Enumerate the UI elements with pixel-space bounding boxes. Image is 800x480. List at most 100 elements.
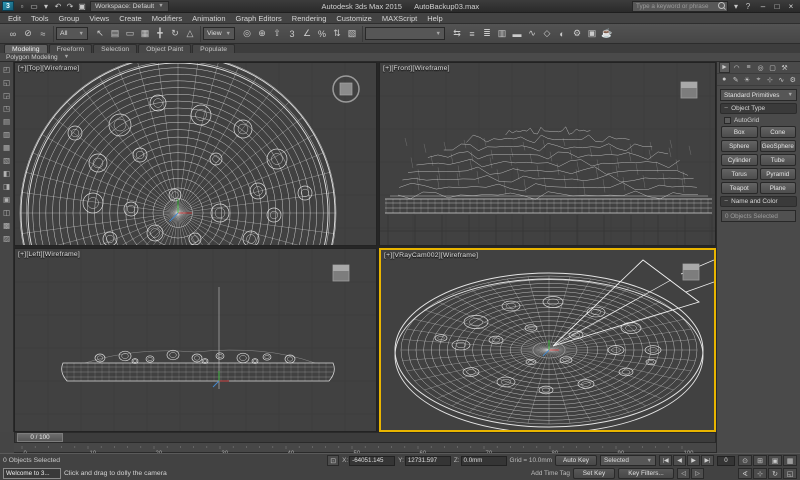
search-input[interactable] <box>633 2 716 10</box>
systems-category-icon[interactable]: ⚙ <box>788 74 798 85</box>
workspace-dropdown[interactable]: Workspace: Default ▼ <box>90 0 169 12</box>
coordinate-z-field[interactable]: 0.0mm <box>460 455 507 466</box>
select-and-link-icon[interactable]: ∞ <box>6 27 20 41</box>
menu-item[interactable]: Rendering <box>287 13 332 23</box>
left-toolbar-icon[interactable]: ▩ <box>1 220 12 231</box>
left-toolbar-icon[interactable]: ▣ <box>1 194 12 205</box>
object-type-button[interactable]: Sphere <box>721 140 758 152</box>
object-type-button[interactable]: Torus <box>721 168 758 180</box>
coordinate-y-field[interactable]: 12731.597 <box>404 455 451 466</box>
selection-lock-toggle-icon[interactable]: ⊡ <box>327 455 340 466</box>
schematic-view-icon[interactable]: ◇ <box>540 27 554 41</box>
curve-editor-icon[interactable]: ∿ <box>525 27 539 41</box>
left-toolbar-icon[interactable]: ◰ <box>1 64 12 75</box>
left-toolbar-icon[interactable]: ▤ <box>1 116 12 127</box>
ribbon-tab[interactable]: Freeform <box>48 44 93 53</box>
minimize-button[interactable]: – <box>756 1 770 12</box>
modify-tab-icon[interactable]: ◠ <box>731 62 742 73</box>
key-filters-button[interactable]: Key Filters... <box>618 468 674 479</box>
geometry-category-icon[interactable]: ● <box>719 74 729 85</box>
orbit-camera-icon[interactable]: ↻ <box>768 468 782 479</box>
zoom-all-icon[interactable]: ⊞ <box>753 455 767 466</box>
angle-snap-icon[interactable]: ∠ <box>300 27 314 41</box>
lights-category-icon[interactable]: ☀ <box>742 74 752 85</box>
rectangular-selection-region-icon[interactable]: ▭ <box>123 27 137 41</box>
play-button[interactable]: ▶ <box>687 455 700 466</box>
menu-item[interactable]: Modifiers <box>147 13 187 23</box>
motion-tab-icon[interactable]: ◎ <box>755 62 766 73</box>
coordinate-x-field[interactable]: -64051.145 <box>349 455 396 466</box>
menu-item[interactable]: Graph Editors <box>231 13 287 23</box>
left-toolbar-icon[interactable]: ◲ <box>1 90 12 101</box>
ribbon-tab[interactable]: Modeling <box>4 44 48 53</box>
align-icon[interactable]: ≡ <box>465 27 479 41</box>
toggle-layer-explorer-icon[interactable]: ▥ <box>495 27 509 41</box>
left-toolbar-icon[interactable]: ◧ <box>1 168 12 179</box>
menu-item[interactable]: Views <box>84 13 114 23</box>
viewport-camera[interactable]: [+][VRayCam002][Wireframe] <box>379 248 716 432</box>
app-logo-icon[interactable]: 3 <box>2 1 14 11</box>
object-type-button[interactable]: Plane <box>759 182 796 194</box>
hierarchy-tab-icon[interactable]: ≡ <box>743 62 754 73</box>
help-icon[interactable]: ? <box>742 1 754 12</box>
left-toolbar-icon[interactable]: ◫ <box>1 207 12 218</box>
undo-icon[interactable]: ↶ <box>52 1 64 12</box>
mirror-icon[interactable]: ⇆ <box>450 27 464 41</box>
bind-to-space-warp-icon[interactable]: ≈ <box>36 27 50 41</box>
object-type-button[interactable]: Teapot <box>721 182 758 194</box>
new-scene-icon[interactable]: ▫ <box>16 1 28 12</box>
animate-selected-dropdown[interactable]: Selected ▼ <box>600 455 656 466</box>
render-setup-icon[interactable]: ⚙ <box>570 27 584 41</box>
ribbon-tab[interactable]: Selection <box>93 44 138 53</box>
primitive-category-dropdown[interactable]: Standard Primitives ▼ <box>720 89 797 101</box>
object-type-button[interactable]: Pyramid <box>759 168 796 180</box>
object-type-button[interactable]: Tube <box>759 154 796 166</box>
left-toolbar-icon[interactable]: ◱ <box>1 77 12 88</box>
select-and-move-icon[interactable]: ╋ <box>153 27 167 41</box>
shapes-category-icon[interactable]: ✎ <box>730 74 740 85</box>
viewport-left[interactable]: [+][Left][Wireframe] <box>14 248 377 432</box>
toggle-ribbon-icon[interactable]: ▬ <box>510 27 524 41</box>
keyboard-shortcut-override-icon[interactable]: ⇧ <box>270 27 284 41</box>
name-color-rollout-header[interactable]: − Name and Color <box>720 196 797 207</box>
object-type-button[interactable]: Cone <box>759 126 796 138</box>
select-and-rotate-icon[interactable]: ↻ <box>168 27 182 41</box>
named-selection-set-dropdown[interactable]: ▼ <box>365 27 445 40</box>
selection-filter-dropdown[interactable]: All ▼ <box>56 27 88 40</box>
add-time-tag[interactable]: Add Time Tag <box>531 470 570 477</box>
next-key-button[interactable]: ▷ <box>691 468 704 479</box>
left-toolbar-icon[interactable]: ▥ <box>1 129 12 140</box>
snaps-toggle-icon[interactable]: 3 <box>285 27 299 41</box>
go-to-end-button[interactable]: ▶| <box>701 455 714 466</box>
minimized-welcome-window[interactable]: Welcome to 3... <box>3 468 61 479</box>
menu-item[interactable]: Help <box>422 13 447 23</box>
object-type-button[interactable]: Cylinder <box>721 154 758 166</box>
search-icon[interactable] <box>716 1 727 11</box>
left-toolbar-icon[interactable]: ◨ <box>1 181 12 192</box>
menu-item[interactable]: Animation <box>187 13 230 23</box>
left-toolbar-icon[interactable]: ▨ <box>1 233 12 244</box>
render-production-icon[interactable]: ☕ <box>600 27 614 41</box>
reference-coordinate-dropdown[interactable]: View ▼ <box>203 27 235 40</box>
current-frame-field[interactable]: 0 <box>717 455 735 466</box>
create-tab-icon[interactable]: ► <box>719 62 730 73</box>
ribbon-tab[interactable]: Populate <box>192 44 236 53</box>
toggle-scene-explorer-icon[interactable]: ≣ <box>480 27 494 41</box>
rendered-frame-window-icon[interactable]: ▣ <box>585 27 599 41</box>
zoom-icon[interactable]: ⊙ <box>738 455 752 466</box>
ribbon-tab[interactable]: Object Paint <box>138 44 192 53</box>
left-toolbar-icon[interactable]: ▧ <box>1 155 12 166</box>
left-toolbar-icon[interactable]: ▦ <box>1 142 12 153</box>
use-pivot-point-center-icon[interactable]: ◎ <box>240 27 254 41</box>
viewport-top-label[interactable]: [+][Top][Wireframe] <box>18 65 79 72</box>
material-editor-icon[interactable]: ◐ <box>555 27 569 41</box>
time-slider[interactable]: 0 / 100 <box>14 432 716 443</box>
field-of-view-icon[interactable]: ∢ <box>738 468 752 479</box>
time-slider-handle[interactable]: 0 / 100 <box>17 433 63 442</box>
object-type-button[interactable]: GeoSphere <box>759 140 796 152</box>
menu-item[interactable]: Customize <box>331 13 376 23</box>
menu-item[interactable]: Tools <box>26 13 54 23</box>
select-and-scale-icon[interactable]: △ <box>183 27 197 41</box>
redo-icon[interactable]: ↷ <box>64 1 76 12</box>
auto-key-button[interactable]: Auto Key <box>555 455 597 466</box>
